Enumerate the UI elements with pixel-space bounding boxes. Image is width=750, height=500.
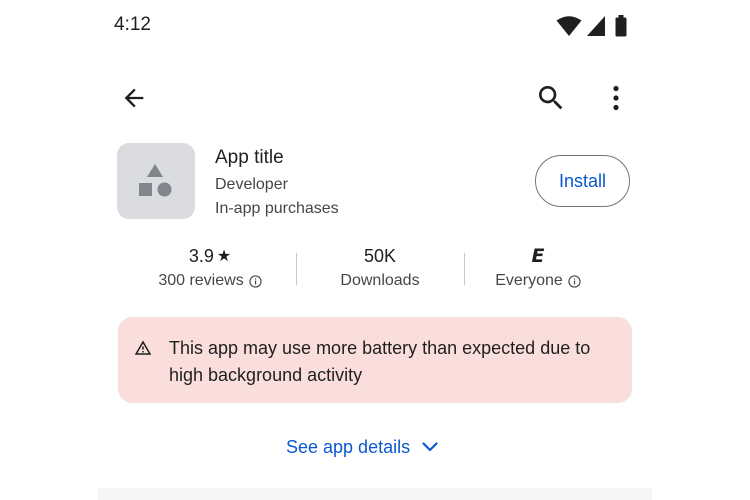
downloads-value: 50K [363, 246, 397, 266]
arrow-back-icon [124, 88, 144, 108]
search-button[interactable] [532, 80, 570, 116]
rating-stat[interactable]: 3.9 ★ 300 reviews [140, 244, 280, 290]
battery-warning-card: This app may use more battery than expec… [118, 317, 632, 403]
content-rating-stat[interactable]: E Everyone [468, 244, 608, 290]
more-vert-icon [613, 85, 619, 111]
install-button[interactable]: Install [535, 155, 630, 207]
in-app-purchases-label: In-app purchases [215, 200, 339, 217]
see-app-details-label: See app details [286, 436, 411, 457]
battery-warning-text: This app may use more battery than expec… [169, 338, 591, 385]
app-details-screen: 4:12 App title Developer In-app purchase… [0, 0, 750, 500]
see-app-details-button[interactable]: See app details [286, 434, 438, 460]
content-rating-label: Everyone [495, 272, 563, 289]
chevron-down-icon [422, 442, 438, 452]
rating-value: 3.9 [188, 246, 214, 266]
more-options-button[interactable] [602, 80, 630, 116]
stat-divider [464, 253, 465, 285]
developer-link[interactable]: Developer [215, 176, 288, 194]
star-icon: ★ [216, 246, 232, 265]
stat-divider [296, 253, 297, 285]
info-icon [568, 274, 581, 288]
cellular-signal-icon [587, 16, 605, 36]
battery-icon [615, 15, 627, 37]
status-time: 4:12 [114, 14, 151, 35]
esrb-e-badge: E [531, 245, 545, 267]
back-button[interactable] [116, 80, 152, 116]
app-icon [117, 143, 195, 219]
search-icon [539, 86, 563, 110]
wifi-icon [556, 16, 582, 36]
app-title: App title [215, 147, 284, 168]
downloads-stat: 50K Downloads [310, 244, 450, 290]
status-icons [556, 15, 632, 37]
downloads-label: Downloads [340, 272, 420, 289]
reviews-count: 300 reviews [158, 272, 244, 289]
warning-icon [134, 340, 152, 355]
bottom-sheet-edge [98, 488, 652, 500]
shapes-icon [139, 164, 172, 197]
info-icon [249, 274, 262, 288]
